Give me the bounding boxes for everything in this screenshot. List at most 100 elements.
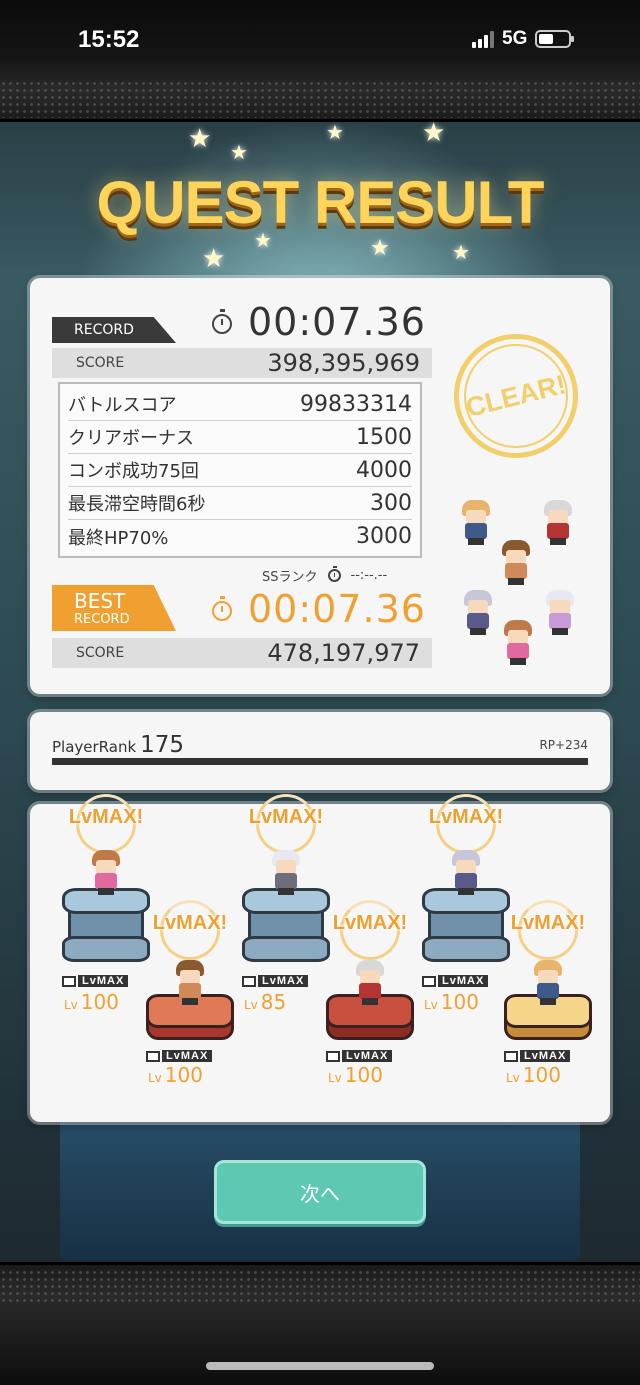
- unit-level: Lv 100: [506, 1063, 561, 1087]
- player-rank-value: 175: [140, 732, 185, 758]
- character-sprite: [86, 850, 126, 896]
- player-rank-label: PlayerRank 175: [52, 732, 184, 758]
- character-sprite: [528, 960, 568, 1006]
- character-sprite: [538, 500, 578, 546]
- unit-card: LvMAX! LvMAX Lv 100: [58, 794, 154, 1014]
- lvmax-badge-label: LvMAX: [258, 975, 309, 987]
- level-value: 85: [260, 990, 287, 1014]
- status-time: 15:52: [78, 26, 140, 53]
- lvmax-label: LvMAX!: [510, 912, 586, 934]
- character-sprite: [458, 590, 498, 636]
- signal-icon: [472, 30, 494, 48]
- units-panel: LvMAX! LvMAX Lv 100 LvMAX! LvMAX Lv 100 Lv…: [30, 794, 610, 1122]
- unit-card: LvMAX! LvMAX Lv 85: [238, 794, 334, 1014]
- lvmax-label: LvMAX!: [68, 806, 144, 828]
- breakdown-value: 300: [370, 490, 412, 516]
- lvmax-label: LvMAX!: [248, 806, 324, 828]
- home-indicator[interactable]: [206, 1362, 434, 1370]
- star-icon: ★: [202, 244, 226, 274]
- star-icon: ★: [326, 120, 344, 144]
- lvmax-badge: LvMAX: [62, 975, 129, 987]
- breakdown-value: 1500: [356, 424, 412, 450]
- best-tag-line2: RECORD: [74, 611, 130, 627]
- star-icon: ★: [452, 240, 470, 264]
- record-tag: RECORD: [52, 317, 176, 343]
- star-icon: ★: [230, 140, 248, 164]
- level-value: 100: [522, 1063, 561, 1087]
- lvmax-badge-label: LvMAX: [162, 1050, 213, 1062]
- breakdown-row: 最終HP70% 3000: [68, 520, 412, 553]
- character-sprite: [266, 850, 306, 896]
- stopwatch-icon: [212, 309, 232, 334]
- best-score: 478,197,977: [267, 639, 420, 667]
- lvmax-badge: LvMAX: [242, 975, 309, 987]
- player-rank-text: PlayerRank: [52, 738, 137, 756]
- breakdown-label: コンボ成功75回: [68, 461, 199, 482]
- breakdown-value: 3000: [356, 524, 412, 549]
- breakdown-label: 最終HP70%: [68, 527, 169, 549]
- record-time: 00:07.36: [248, 300, 426, 344]
- breakdown-row: バトルスコア 99833314: [68, 388, 412, 421]
- best-time: 00:07.36: [248, 587, 426, 631]
- star-icon: ★: [188, 124, 212, 154]
- character-sprite: [540, 590, 580, 636]
- stopwatch-icon: [327, 566, 341, 582]
- level-prefix: Lv: [506, 1071, 520, 1085]
- result-panel: RECORD 00:07.36 SCORE 398,395,969 バトルスコア…: [30, 278, 610, 694]
- lvmax-badge-label: LvMAX: [438, 975, 489, 987]
- best-record-tag: BEST RECORD: [52, 585, 176, 631]
- level-prefix: Lv: [328, 1071, 342, 1085]
- top-bar-pattern: [0, 80, 640, 118]
- next-button[interactable]: 次へ: [214, 1160, 426, 1224]
- page-title: QUEST RESULT: [96, 169, 545, 236]
- clear-stamp: CLEAR!: [440, 320, 592, 472]
- best-tag-line1: BEST: [74, 588, 126, 613]
- level-prefix: Lv: [148, 1071, 162, 1085]
- bottom-bar-pattern: [0, 1269, 640, 1303]
- stopwatch-icon: [212, 596, 232, 621]
- ss-rank-line: SSランク --:--.--: [262, 566, 387, 585]
- unit-card: LvMAX! LvMAX Lv 100: [142, 900, 238, 1110]
- breakdown-label: バトルスコア: [68, 395, 177, 416]
- character-sprite: [170, 960, 210, 1006]
- ss-rank-label: SSランク: [262, 570, 318, 585]
- rank-progress-bar: [52, 758, 588, 765]
- lvmax-label: LvMAX!: [332, 912, 408, 934]
- score-breakdown: バトルスコア 99833314 クリアボーナス 1500 コンボ成功75回 4000 …: [58, 382, 422, 558]
- character-sprite: [446, 850, 486, 896]
- lvmax-badge: LvMAX: [326, 1050, 393, 1062]
- score-label: SCORE: [76, 645, 125, 661]
- unit-level: Lv 85: [244, 990, 286, 1014]
- lvmax-label: LvMAX!: [152, 912, 228, 934]
- level-prefix: Lv: [64, 998, 78, 1012]
- star-icon: ★: [370, 236, 390, 261]
- battery-icon: [535, 30, 575, 48]
- level-value: 100: [440, 990, 479, 1014]
- lvmax-badge-label: LvMAX: [342, 1050, 393, 1062]
- star-icon: ★: [422, 118, 446, 148]
- level-prefix: Lv: [424, 998, 438, 1012]
- breakdown-row: 最長滞空時間6秒 300: [68, 487, 412, 520]
- score-label: SCORE: [76, 355, 125, 371]
- unit-level: Lv 100: [148, 1063, 203, 1087]
- record-score-row: SCORE 398,395,969: [52, 348, 432, 378]
- unit-level: Lv 100: [328, 1063, 383, 1087]
- level-value: 100: [80, 990, 119, 1014]
- breakdown-row: コンボ成功75回 4000: [68, 454, 412, 487]
- breakdown-label: クリアボーナス: [68, 428, 194, 449]
- unit-level: Lv 100: [424, 990, 479, 1014]
- lvmax-badge: LvMAX: [146, 1050, 213, 1062]
- lvmax-badge-label: LvMAX: [78, 975, 129, 987]
- record-score: 398,395,969: [267, 349, 420, 377]
- ss-rank-time: --:--.--: [350, 568, 388, 583]
- level-value: 100: [164, 1063, 203, 1087]
- character-sprite: [496, 540, 536, 586]
- breakdown-value: 99833314: [300, 391, 412, 417]
- character-sprite: [456, 500, 496, 546]
- level-value: 100: [344, 1063, 383, 1087]
- character-sprite: [498, 620, 538, 666]
- lvmax-badge: LvMAX: [422, 975, 489, 987]
- breakdown-value: 4000: [356, 457, 412, 483]
- lvmax-badge: LvMAX: [504, 1050, 571, 1062]
- status-indicators: 5G: [472, 28, 575, 50]
